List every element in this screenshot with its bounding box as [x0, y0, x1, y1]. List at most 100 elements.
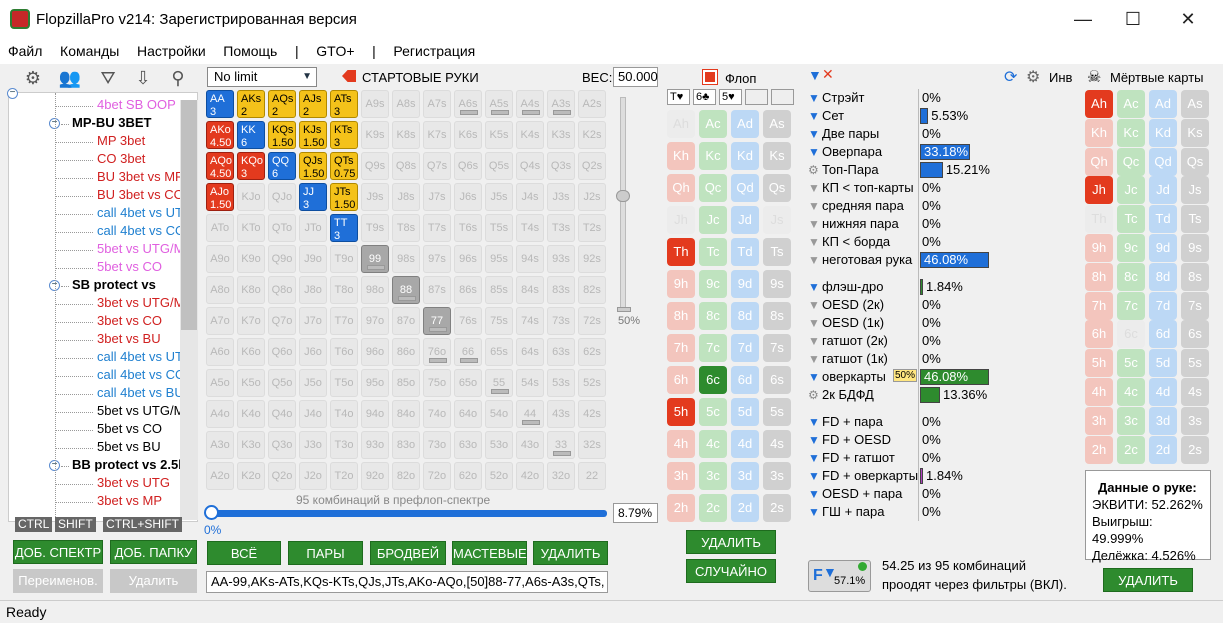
dead-card[interactable]: 2c: [1117, 435, 1145, 464]
hand-cell[interactable]: 97o: [361, 307, 389, 335]
hand-cell[interactable]: A2s: [578, 90, 606, 118]
range-progress-knob[interactable]: [204, 505, 219, 520]
flop-card[interactable]: 8c: [699, 302, 727, 330]
dead-card[interactable]: 5h: [1085, 349, 1113, 378]
refresh-icon[interactable]: ⟳: [1004, 67, 1017, 87]
hand-cell[interactable]: K6s: [454, 121, 482, 149]
funnel-icon[interactable]: ▼: [808, 332, 820, 350]
menu-help[interactable]: Помощь: [223, 38, 277, 64]
dead-card[interactable]: 9h: [1085, 234, 1113, 262]
dead-card[interactable]: 7h: [1085, 291, 1113, 320]
hand-cell[interactable]: K8s: [392, 121, 420, 149]
gear-icon[interactable]: ⚙: [808, 386, 819, 404]
hand-cell[interactable]: 54s: [516, 369, 544, 397]
flop-card[interactable]: 6d: [731, 366, 759, 394]
flop-slot-3[interactable]: 5♥: [719, 89, 742, 105]
hand-cell[interactable]: 73s: [547, 307, 575, 335]
hand-cell[interactable]: 93s: [547, 245, 575, 273]
hand-cell[interactable]: Q9s: [361, 152, 389, 180]
hand-cell[interactable]: 76o: [423, 338, 451, 366]
hand-cell[interactable]: J6s: [454, 183, 482, 211]
hand-cell[interactable]: J3s: [547, 183, 575, 211]
filter-add-icon[interactable]: ⛛: [95, 68, 121, 92]
dead-card[interactable]: 9s: [1181, 234, 1209, 262]
flop-card[interactable]: 8s: [763, 302, 791, 330]
menu-commands[interactable]: Команды: [60, 38, 119, 64]
hand-cell[interactable]: K6o: [237, 338, 265, 366]
hand-cell[interactable]: QTs 0.75: [330, 152, 358, 180]
weight-slider-thumb[interactable]: [616, 190, 630, 202]
hand-cell[interactable]: 32s: [578, 431, 606, 459]
flop-card[interactable]: 5c: [699, 398, 727, 426]
hand-cell[interactable]: K7s: [423, 121, 451, 149]
hand-cell[interactable]: T4s: [516, 214, 544, 242]
flop-card[interactable]: Ts: [763, 238, 791, 266]
collapse-toggle-icon[interactable]: −: [7, 88, 18, 99]
filter-row[interactable]: ▼ Оверпара: [808, 143, 882, 161]
funnel-icon[interactable]: ▼: [808, 431, 820, 449]
hand-cell[interactable]: T7o: [330, 307, 358, 335]
funnel-icon[interactable]: ▼: [808, 314, 820, 332]
hand-cell[interactable]: A4s: [516, 90, 544, 118]
flop-card[interactable]: 6h: [667, 366, 695, 394]
hand-cell[interactable]: 65s: [485, 338, 513, 366]
hand-cell[interactable]: Q5o: [268, 369, 296, 397]
filter-row[interactable]: ▼ КП < борда: [808, 233, 890, 251]
flop-card[interactable]: 3c: [699, 462, 727, 490]
dead-card[interactable]: 2h: [1085, 435, 1113, 464]
dead-card[interactable]: 3c: [1117, 406, 1145, 435]
hand-cell[interactable]: AJo 1.50: [206, 183, 234, 211]
dead-card[interactable]: 8h: [1085, 262, 1113, 291]
flop-card-picker[interactable]: Ah Ac Ad As Kh Kc Kd Ks Qh Qc Qd Qs Jh Jc Jd Js Th Tc Td Ts…: [667, 110, 795, 525]
tree-item[interactable]: 3bet vs MP: [97, 493, 162, 508]
filter-row[interactable]: ▼ ГШ + пара: [808, 503, 885, 521]
hand-cell[interactable]: AKo 4.50: [206, 121, 234, 149]
dead-delete-button[interactable]: УДАЛИТЬ: [1103, 568, 1193, 592]
hand-cell[interactable]: 43s: [547, 400, 575, 428]
users-icon[interactable]: 👥: [57, 68, 83, 92]
hand-cell[interactable]: K9s: [361, 121, 389, 149]
flop-card[interactable]: Qc: [699, 174, 727, 202]
tree-item[interactable]: call 4bet vs CO: [97, 223, 185, 238]
hand-cell[interactable]: Q8o: [268, 276, 296, 304]
funnel-icon[interactable]: ▼: [808, 197, 820, 215]
flop-card[interactable]: Jc: [699, 206, 727, 234]
filter-row[interactable]: ▼ Стрэйт: [808, 89, 864, 107]
hand-cell[interactable]: 63s: [547, 338, 575, 366]
flop-card[interactable]: Th: [667, 238, 695, 266]
filter-row[interactable]: ▼ гатшот (2к): [808, 332, 888, 350]
hand-cell[interactable]: J8s: [392, 183, 420, 211]
hand-cell[interactable]: 82s: [578, 276, 606, 304]
hand-cell[interactable]: 84o: [392, 400, 420, 428]
dead-card[interactable]: 6c: [1117, 320, 1145, 349]
tree-item[interactable]: 4bet SB OOP: [97, 97, 176, 112]
flop-card[interactable]: 5d: [731, 398, 759, 426]
tree-item[interactable]: call 4bet vs BU: [97, 385, 184, 400]
hand-cell[interactable]: T3o: [330, 431, 358, 459]
hand-cell[interactable]: 77: [423, 307, 451, 335]
hand-cell[interactable]: 83o: [392, 431, 420, 459]
filter-row[interactable]: ▼ нижняя пара: [808, 215, 899, 233]
flop-card[interactable]: 9h: [667, 270, 695, 298]
funnel-icon[interactable]: ▼: [808, 449, 820, 467]
hand-cell[interactable]: T9s: [361, 214, 389, 242]
dead-card[interactable]: Qd: [1149, 147, 1177, 176]
hand-cell[interactable]: AQo 4.50: [206, 152, 234, 180]
flop-card[interactable]: 3s: [763, 462, 791, 490]
hand-cell[interactable]: 87o: [392, 307, 420, 335]
add-spectrum-button[interactable]: ДОБ. СПЕКТР: [13, 540, 103, 564]
flop-card[interactable]: 6s: [763, 366, 791, 394]
dead-card[interactable]: Qs: [1181, 147, 1209, 176]
filter-row[interactable]: ▼ Две пары: [808, 125, 879, 143]
hand-cell[interactable]: K7o: [237, 307, 265, 335]
flop-card[interactable]: 4s: [763, 430, 791, 458]
hand-cell[interactable]: K2s: [578, 121, 606, 149]
rename-button[interactable]: Переименов.: [13, 569, 103, 593]
hand-cell[interactable]: K5s: [485, 121, 513, 149]
flop-card[interactable]: Td: [731, 238, 759, 266]
dead-card[interactable]: Ks: [1181, 118, 1209, 147]
turn-slot[interactable]: [745, 89, 768, 105]
flop-card[interactable]: Ad: [731, 110, 759, 138]
tree-item[interactable]: MP 3bet: [97, 133, 145, 148]
hand-cell[interactable]: J7s: [423, 183, 451, 211]
